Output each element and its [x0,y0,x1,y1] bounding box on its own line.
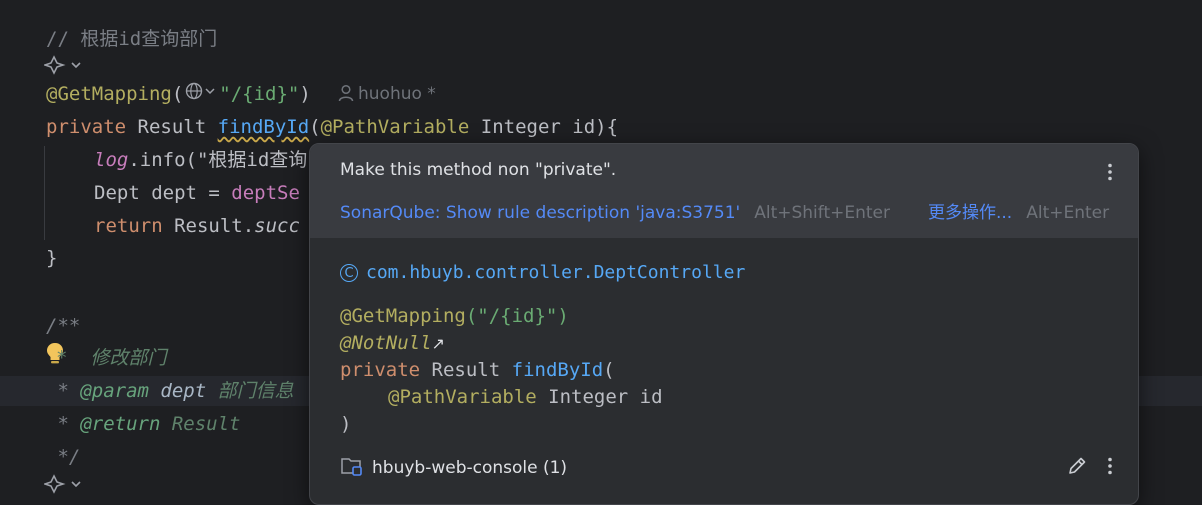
dept-line: Dept dept = deptSe [94,179,300,207]
javadoc-description: * 修改部门 [56,344,166,372]
return-line: return Result.succ [94,212,300,240]
javadoc-desc-text: * 修改部门 [56,347,167,369]
log-line: log.info("根据id查询 [94,146,307,174]
globe-icon[interactable] [184,81,218,109]
doc-keyword-private: private [340,359,421,381]
keyword-return: return [94,215,163,237]
log-object[interactable]: log [94,149,128,171]
pencil-icon[interactable] [1066,455,1088,477]
annotation-pathvariable[interactable]: @PathVariable [321,116,470,138]
doc-paren-open: ( [603,359,615,381]
problem-title: Make this method non "private". [340,160,617,180]
method-signature-line: private Result findById(@PathVariable In… [46,116,619,138]
author-name: huohuo * [358,84,436,104]
code-comment-line: // 根据id查询部门 [46,28,218,50]
javadoc-param-line: * @param dept 部门信息 [46,377,294,405]
doc-annotation-line: @GetMapping("/{id}") [340,303,569,330]
dept-service-field[interactable]: deptSe [231,182,300,204]
javadoc-open: /** [46,315,81,337]
doc-param-line: @PathVariable Integer id [388,384,663,411]
kebab-menu-icon[interactable] [1100,455,1120,477]
doc-method-name: findById [511,359,604,381]
author-inlay-hint[interactable]: huohuo * [338,82,436,106]
doc-paren-close: ) [340,413,352,435]
doc-type-result[interactable]: Result [432,359,501,381]
return-expression: Result. [174,215,255,237]
doc-signature-line: private Result findById( [340,357,615,384]
person-icon [338,84,354,102]
javadoc-star: * [46,413,81,435]
quick-doc-popup[interactable]: Make this method non "private". SonarQub… [309,143,1139,505]
path-string[interactable]: "/{id}" [219,83,299,105]
doc-class-name[interactable]: com.hbuyb.controller.DeptController [366,262,745,283]
javadoc-close: */ [46,446,81,468]
annotation-line: @GetMapping("/{id}") [46,80,311,108]
javadoc-param-tag: @param [80,380,149,402]
type-result[interactable]: Result [138,116,207,138]
external-link-icon[interactable]: ↗ [432,334,445,353]
param-declaration: Integer id){ [480,116,619,138]
doc-class-line: Ccom.hbuyb.controller.DeptController [340,262,745,283]
doc-annotation[interactable]: @GetMapping [340,305,466,327]
doc-notnull-line: @NotNull↗ [340,330,445,357]
ai-sparkle-icon[interactable] [42,473,84,495]
show-rule-link[interactable]: SonarQube: Show rule description 'java:S… [340,203,740,223]
module-folder-icon [341,458,362,476]
close-brace: } [46,247,58,269]
action-shortcut: Alt+Shift+Enter [754,203,890,223]
module-name[interactable]: hbuyb-web-console (1) [372,458,567,478]
javadoc-param-desc: 部门信息 [217,380,294,402]
more-shortcut: Alt+Enter [1026,203,1110,223]
javadoc-param-name[interactable]: dept [160,380,206,402]
javadoc-return-line: * @return Result [46,410,241,438]
javadoc-star: * [46,380,81,402]
method-name-findbyid[interactable]: findById [218,116,310,138]
javadoc-return-type: Result [171,413,241,435]
javadoc-return-tag: @return [80,413,161,435]
ai-sparkle-icon[interactable] [42,54,84,76]
log-call: .info("根据id查询 [128,149,308,171]
doc-annotation-arg: ("/{id}") [465,305,569,327]
doc-param-annotation[interactable]: @PathVariable [388,386,537,408]
dept-declaration: Dept dept = [94,182,232,204]
kebab-menu-icon[interactable] [1100,162,1120,182]
return-call[interactable]: succ [254,215,300,237]
annotation-getmapping[interactable]: @GetMapping [46,83,172,105]
popup-problem-header [310,144,1138,238]
doc-notnull[interactable]: @NotNull [340,332,432,354]
keyword-private: private [46,116,127,138]
popup-footer: hbuyb-web-console (1) [340,455,567,478]
doc-param-rest: Integer id [548,386,663,408]
indent-guide [44,146,45,240]
more-actions-link[interactable]: 更多操作... [928,203,1012,223]
popup-actions-row: SonarQube: Show rule description 'java:S… [340,198,1109,223]
class-icon: C [340,264,358,282]
